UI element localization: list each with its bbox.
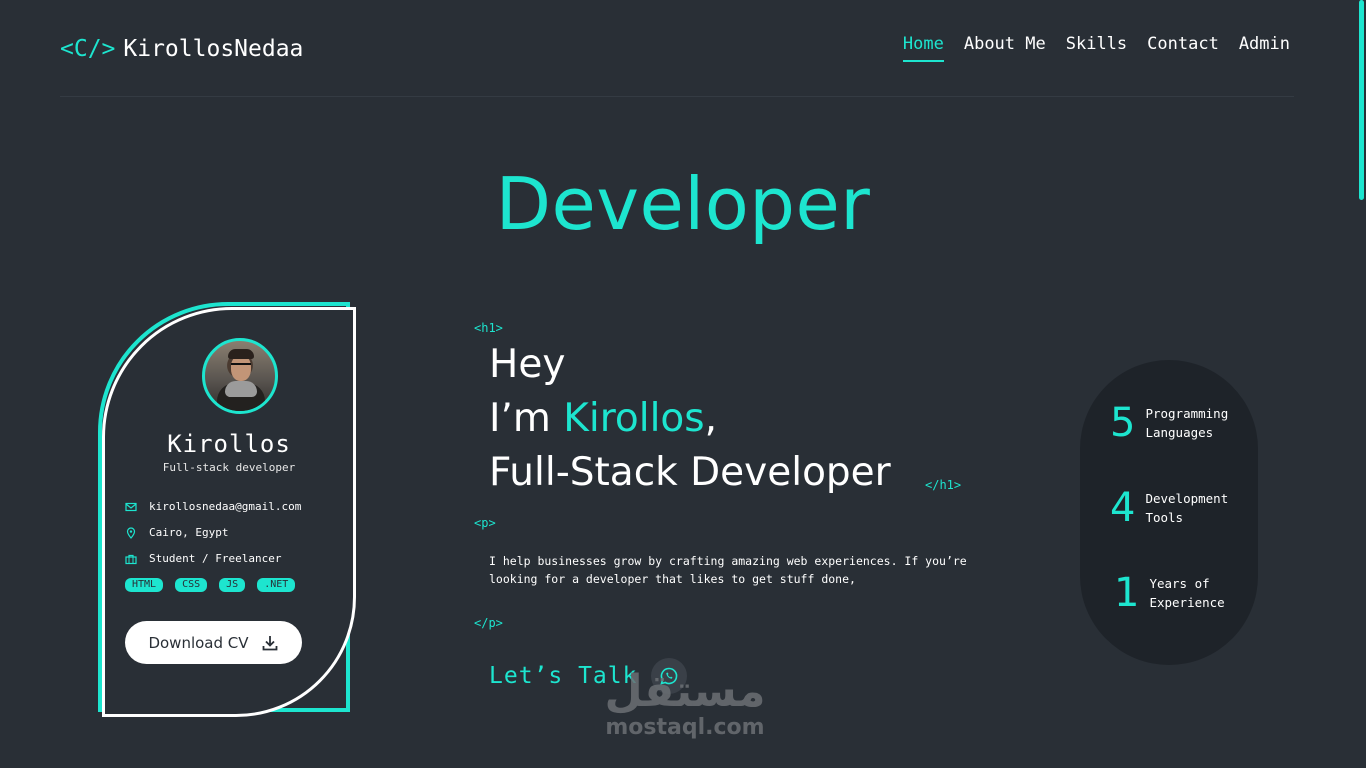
tag-css: CSS xyxy=(175,578,208,592)
tag-js: JS xyxy=(219,578,246,592)
logo-code-icon: <C/> xyxy=(60,36,116,62)
portfolio-page: <C/> KirollosNedaa Home About Me Skills … xyxy=(0,0,1366,768)
stat-languages: 5 Programming Languages xyxy=(1080,400,1258,446)
bio-line-2: looking for a developer that likes to ge… xyxy=(489,572,856,586)
mail-icon xyxy=(125,502,137,511)
site-logo[interactable]: <C/> KirollosNedaa xyxy=(60,36,303,62)
bio-text: I help businesses grow by crafting amazi… xyxy=(489,552,969,588)
code-tag-h1-close: </h1> xyxy=(925,478,962,492)
intro-name-suffix: , xyxy=(704,396,718,441)
stat-experience: 1 Years of Experience xyxy=(1080,570,1258,616)
bio-line-1: I help businesses grow by crafting amazi… xyxy=(489,554,967,568)
profile-status: Student / Freelancer xyxy=(149,552,282,565)
main-nav: Home About Me Skills Contact Admin xyxy=(902,34,1290,62)
briefcase-icon xyxy=(125,554,137,564)
intro-name-prefix: I’m xyxy=(489,396,564,441)
intro-line-hey: Hey xyxy=(489,342,566,387)
skill-tags: HTML CSS JS .NET xyxy=(125,578,296,592)
stat-value: 4 xyxy=(1110,485,1136,531)
profile-name: Kirollos xyxy=(167,430,291,458)
nav-home[interactable]: Home xyxy=(902,34,944,62)
download-cv-label: Download CV xyxy=(148,633,249,652)
download-icon xyxy=(262,635,277,650)
profile-location: Cairo, Egypt xyxy=(149,526,229,539)
nav-skills[interactable]: Skills xyxy=(1066,34,1127,62)
profile-role: Full-stack developer xyxy=(162,461,296,474)
code-tag-p-close: </p> xyxy=(474,616,503,630)
profile-email-row: kirollosnedaa@gmail.com xyxy=(125,500,301,513)
intro-line-role: Full-Stack Developer xyxy=(489,450,891,495)
profile-location-row: Cairo, Egypt xyxy=(125,526,228,539)
hero-title: Developer xyxy=(495,162,871,246)
scrollbar-thumb[interactable] xyxy=(1359,0,1364,200)
tag-dotnet: .NET xyxy=(257,578,296,592)
stat-label: Development Tools xyxy=(1145,491,1229,525)
stat-value: 5 xyxy=(1110,400,1136,446)
mostaql-watermark: مستقل mostaql.com xyxy=(600,668,770,740)
download-cv-button[interactable]: Download CV xyxy=(125,621,302,664)
profile-email[interactable]: kirollosnedaa@gmail.com xyxy=(149,500,301,513)
nav-contact[interactable]: Contact xyxy=(1147,34,1219,62)
watermark-arabic: مستقل xyxy=(604,666,766,717)
intro-name-highlight: Kirollos xyxy=(563,396,705,441)
stat-label: Programming Languages xyxy=(1145,406,1229,440)
nav-admin[interactable]: Admin xyxy=(1239,34,1290,62)
profile-card: Kirollos Full-stack developer kirollosne… xyxy=(102,307,356,717)
tag-html: HTML xyxy=(125,578,164,592)
stat-tools: 4 Development Tools xyxy=(1080,485,1258,531)
stat-label: Years of Experience xyxy=(1149,576,1225,610)
profile-status-row: Student / Freelancer xyxy=(125,552,281,565)
avatar xyxy=(202,338,278,414)
logo-name: KirollosNedaa xyxy=(123,36,304,62)
stat-value: 1 xyxy=(1114,570,1140,616)
code-tag-h1-open: <h1> xyxy=(474,321,503,335)
page-scrollbar[interactable] xyxy=(1356,0,1366,768)
nav-about-me[interactable]: About Me xyxy=(964,34,1046,62)
header-divider xyxy=(60,96,1294,97)
location-pin-icon xyxy=(126,526,136,539)
stats-panel: 5 Programming Languages 4 Development Tool… xyxy=(1080,360,1258,665)
intro-line-name: I’m Kirollos, xyxy=(489,396,717,441)
watermark-latin: mostaql.com xyxy=(605,715,765,740)
code-tag-p-open: <p> xyxy=(474,516,496,530)
